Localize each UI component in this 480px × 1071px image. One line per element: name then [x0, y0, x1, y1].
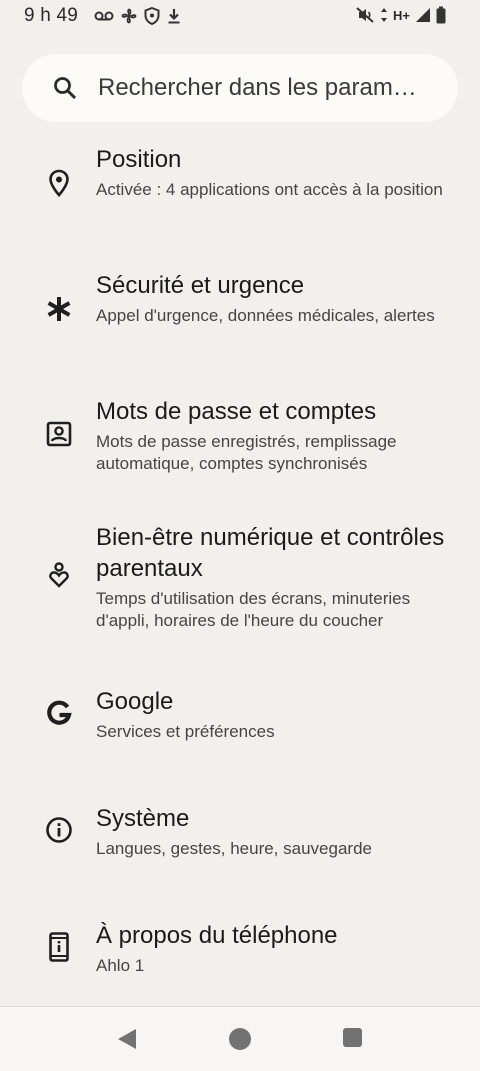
settings-item-system[interactable]: Système Langues, gestes, heure, sauvegar…: [0, 799, 480, 889]
asterisk-icon: [44, 294, 74, 324]
settings-item-about-phone[interactable]: À propos du téléphone Ahlo 1: [0, 916, 480, 996]
search-icon: [54, 77, 77, 100]
home-button[interactable]: [229, 1028, 251, 1050]
search-bar[interactable]: Rechercher dans les param…: [22, 54, 458, 122]
status-left-icons: [94, 7, 182, 25]
settings-item-title: Bien-être numérique et contrôles parenta…: [96, 524, 445, 582]
signal-icon: [416, 8, 430, 22]
settings-item-google[interactable]: Google Services et préférences: [0, 682, 480, 772]
wellbeing-icon: [44, 560, 74, 590]
network-type: H+: [393, 7, 410, 23]
settings-item-title: Position: [96, 146, 182, 173]
settings-item-title: Google: [96, 688, 174, 715]
status-time: 9 h 49: [24, 5, 79, 26]
settings-item-subtitle: Ahlo 1: [96, 956, 145, 975]
settings-item-security-emergency[interactable]: Sécurité et urgence Appel d'urgence, don…: [0, 266, 480, 376]
settings-item-subtitle: Temps d'utilisation des écrans, minuteri…: [96, 589, 411, 630]
settings-item-subtitle: Mots de passe enregistrés, remplissage a…: [96, 432, 397, 473]
settings-item-subtitle: Appel d'urgence, données médicales, aler…: [96, 306, 435, 325]
settings-item-title: À propos du téléphone: [96, 922, 338, 949]
voicemail-icon: [94, 11, 114, 21]
account-box-icon: [44, 419, 74, 449]
info-icon: [44, 815, 74, 845]
settings-item-title: Système: [96, 805, 190, 832]
battery-icon: [436, 6, 446, 24]
shield-icon: [144, 7, 160, 25]
recents-button[interactable]: [343, 1028, 362, 1047]
settings-item-subtitle: Langues, gestes, heure, sauvegarde: [96, 839, 372, 858]
settings-item-title: Mots de passe et comptes: [96, 398, 377, 425]
settings-item-subtitle: Services et préférences: [96, 722, 275, 741]
fan-icon: [121, 8, 137, 24]
google-icon: [44, 698, 74, 728]
status-bar: 9 h 49 H+: [0, 0, 480, 34]
settings-item-title: Sécurité et urgence: [96, 272, 305, 299]
network-arrows-icon: [381, 8, 388, 22]
settings-item-digital-wellbeing[interactable]: Bien-être numérique et contrôles parenta…: [0, 518, 480, 658]
settings-item-subtitle: Activée : 4 applications ont accès à la …: [96, 180, 443, 199]
navigation-bar: [0, 1006, 480, 1071]
download-icon: [168, 9, 180, 24]
settings-item-passwords-accounts[interactable]: Mots de passe et comptes Mots de passe e…: [0, 392, 480, 502]
settings-item-position[interactable]: Position Activée : 4 applications ont ac…: [0, 140, 480, 250]
mute-icon: [356, 7, 374, 23]
back-button[interactable]: [116, 1027, 138, 1051]
location-pin-icon: [44, 168, 74, 198]
phone-info-icon: [44, 932, 74, 962]
search-placeholder: Rechercher dans les param…: [98, 74, 417, 101]
status-right-icons: H+: [355, 6, 446, 24]
